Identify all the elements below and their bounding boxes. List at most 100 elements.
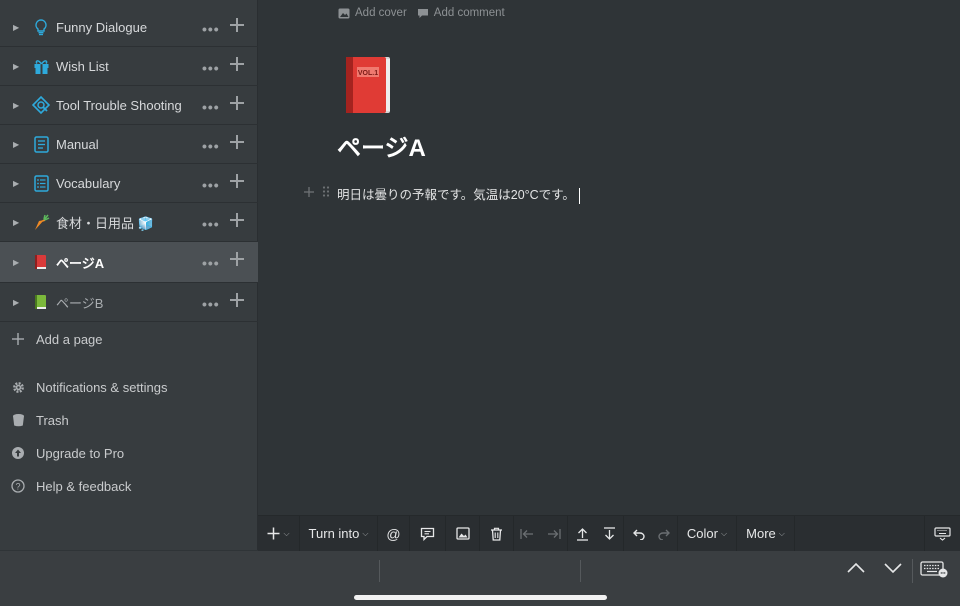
more-options-icon[interactable]: ••• [202,21,220,37]
more-options-icon[interactable]: ••• [202,99,220,115]
redo-icon [657,529,670,540]
more-options-icon[interactable]: ••• [202,216,220,232]
chevron-up-icon [847,562,865,573]
add-page-label: Add a page [36,331,103,347]
upgrade-button[interactable]: Upgrade to Pro [10,443,124,463]
expand-triangle-icon[interactable]: ▶ [13,179,23,188]
chevron-down-icon: ⌵ [721,528,728,538]
sidebar-item-manual[interactable]: ▶ Manual ••• [0,125,258,164]
image-icon [455,527,470,540]
delete-button[interactable] [480,515,514,552]
sidebar-item-page-a[interactable]: ▶ ページA ••• [0,242,258,283]
more-options-icon[interactable]: ••• [202,255,220,271]
arrow-up-circle-icon [10,445,26,461]
page-emoji-icon[interactable]: VOL.1 [342,55,394,117]
move-down-icon [604,526,615,540]
sidebar-item-label: Tool Trouble Shooting [56,97,182,113]
more-button[interactable]: More ⌵ [737,515,795,552]
sidebar-item-vocabulary[interactable]: ▶ Vocabulary ••• [0,164,258,203]
sidebar-item-label: Manual [56,136,99,152]
add-subpage-icon[interactable] [229,212,245,228]
page-actions: Add cover Add comment [338,7,515,19]
add-page-button[interactable]: Add a page [10,329,103,349]
svg-text:?: ? [15,482,20,492]
add-comment-button[interactable]: Add comment [417,7,505,19]
sidebar-item-label: Vocabulary [56,175,121,191]
image-button[interactable] [446,515,480,552]
add-subpage-icon[interactable] [229,292,245,308]
redo-button[interactable] [652,515,678,552]
plus-icon [267,527,280,540]
app-root: ▶ Funny Dialogue ••• ▶ Wish List ••• ▶ T… [0,0,960,606]
undo-button[interactable] [624,516,652,552]
color-button[interactable]: Color ⌵ [678,515,737,552]
divider [580,560,581,582]
notifications-settings-button[interactable]: Notifications & settings [10,377,168,397]
page-title[interactable]: ページA [337,128,426,163]
move-up-button[interactable] [568,516,596,552]
add-subpage-icon[interactable] [229,56,245,72]
add-subpage-icon[interactable] [229,95,245,111]
document-icon [32,135,50,153]
tool-icon [32,96,50,114]
chevron-down-icon: ⌵ [283,528,290,538]
sidebar-item-label: 食材・日用品 🧊 [56,215,154,231]
expand-triangle-icon[interactable]: ▶ [13,258,23,267]
indent-button[interactable] [540,515,568,552]
outdent-icon [520,528,533,539]
keyboard-dismiss-icon [934,526,951,541]
home-indicator[interactable] [354,595,607,600]
hide-toolbar-button[interactable] [925,516,960,552]
add-subpage-icon[interactable] [229,173,245,189]
help-feedback-button[interactable]: ? Help & feedback [10,476,131,496]
lightbulb-icon [32,18,50,36]
add-cover-button[interactable]: Add cover [338,7,407,19]
sidebar-item-page-b[interactable]: ▶ ページB ••• [0,283,258,322]
add-subpage-icon[interactable] [229,17,245,33]
outdent-button[interactable] [514,516,540,552]
turn-into-button[interactable]: Turn into ⌵ [300,515,378,552]
add-subpage-icon[interactable] [229,134,245,150]
red-book-icon [32,253,50,271]
expand-triangle-icon[interactable]: ▶ [13,298,23,307]
add-subpage-icon[interactable] [229,251,245,267]
keyboard-button[interactable] [920,560,948,583]
notifications-settings-label: Notifications & settings [36,379,168,395]
help-icon: ? [10,478,26,494]
previous-field-button[interactable] [846,561,866,580]
comment-button[interactable] [410,515,446,552]
gear-icon [10,379,26,395]
more-options-icon[interactable]: ••• [202,296,220,312]
next-field-button[interactable] [883,561,903,580]
sidebar-item-tool-trouble-shooting[interactable]: ▶ Tool Trouble Shooting ••• [0,86,258,125]
move-down-button[interactable] [596,515,624,552]
text-block[interactable]: 明日は曇りの予報です。気温は20°Cです。 [337,184,581,204]
sidebar-item-groceries[interactable]: ▶ 食材・日用品 🧊 ••• [0,203,258,242]
more-options-icon[interactable]: ••• [202,177,220,193]
svg-text:VOL.1: VOL.1 [358,70,378,77]
comment-icon [417,8,428,18]
sidebar-item-wish-list[interactable]: ▶ Wish List ••• [0,47,258,86]
more-options-icon[interactable]: ••• [202,138,220,154]
add-block-button[interactable]: ⌵ [258,515,300,552]
more-options-icon[interactable]: ••• [202,60,220,76]
expand-triangle-icon[interactable]: ▶ [13,101,23,110]
more-label: More [746,526,776,541]
plus-icon [10,331,26,347]
editing-toolbar: ⌵ Turn into ⌵ @ Color ⌵ More ⌵ [258,515,960,552]
divider [912,559,913,583]
drag-handle-icon[interactable] [321,185,331,198]
expand-triangle-icon[interactable]: ▶ [13,218,23,227]
add-block-icon[interactable] [303,186,315,198]
trash-button[interactable]: Trash [10,410,69,430]
expand-triangle-icon[interactable]: ▶ [13,62,23,71]
sidebar: ▶ Funny Dialogue ••• ▶ Wish List ••• ▶ T… [0,0,258,550]
text-block-content: 明日は曇りの予報です。気温は20°Cです。 [337,188,575,202]
expand-triangle-icon[interactable]: ▶ [13,23,23,32]
sidebar-item-funny-dialogue[interactable]: ▶ Funny Dialogue ••• [0,8,258,47]
undo-icon [633,529,645,540]
image-icon [338,8,350,18]
mention-label: @ [386,525,401,542]
expand-triangle-icon[interactable]: ▶ [13,140,23,149]
mention-button[interactable]: @ [378,515,410,552]
